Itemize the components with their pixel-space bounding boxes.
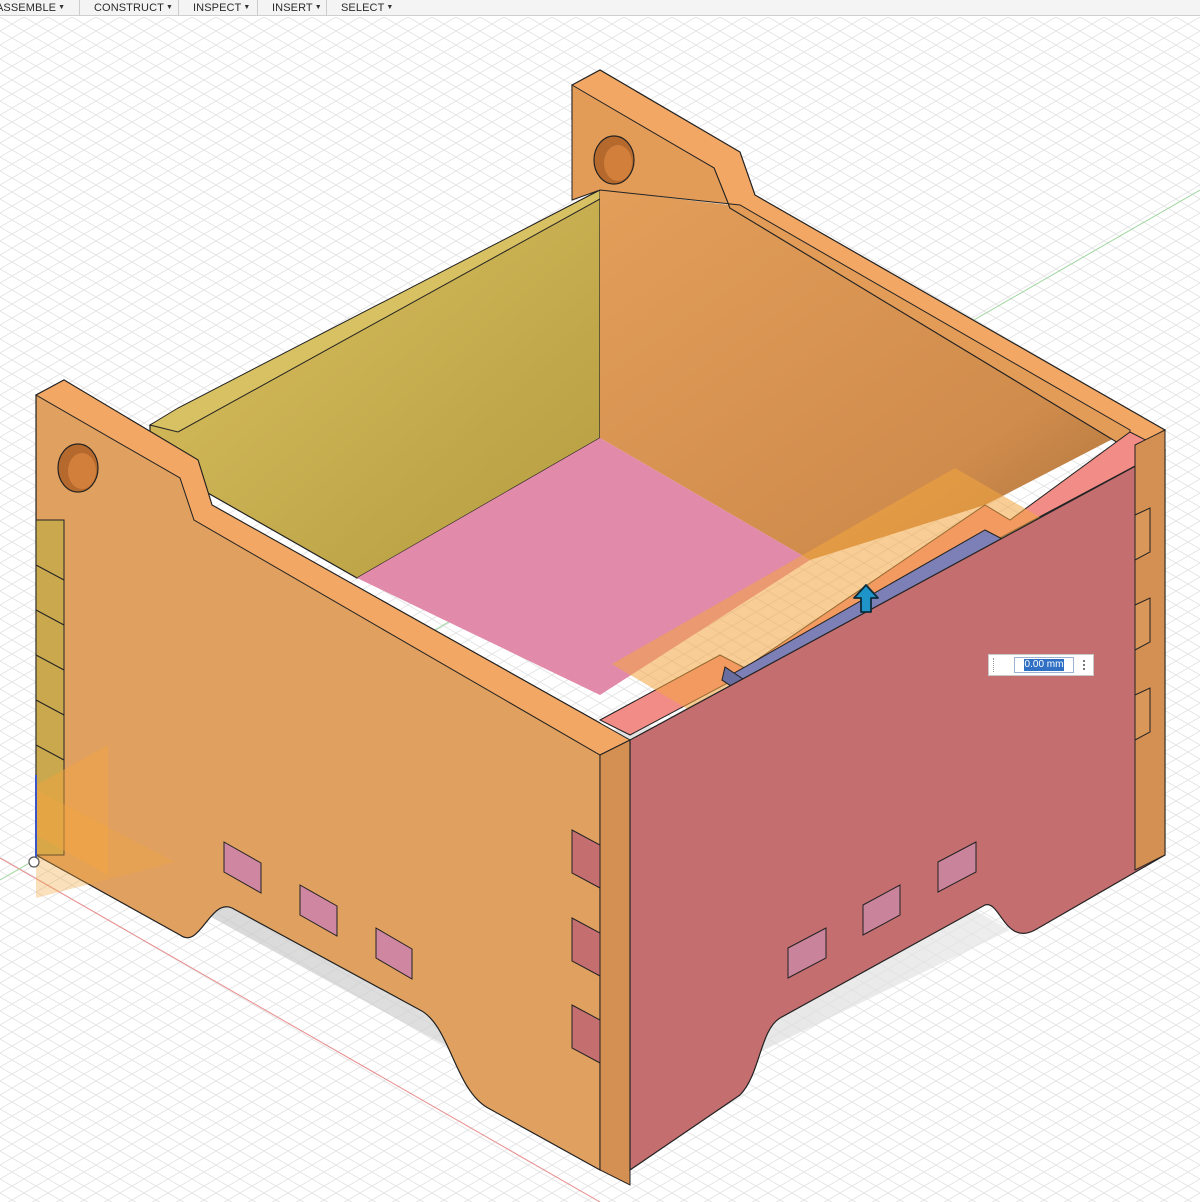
drag-grip-icon[interactable] — [993, 658, 1000, 672]
menu-construct[interactable]: CONSTRUCT ▼ — [80, 0, 179, 16]
back-hole-inner — [604, 145, 632, 181]
menu-select-label: SELECT — [341, 1, 385, 14]
dimension-input-box: 0.00 mm — [988, 654, 1094, 676]
menu-insert-label: INSERT — [272, 1, 313, 14]
3d-viewport[interactable] — [0, 17, 1200, 1202]
menu-assemble-label: ASSEMBLE — [0, 1, 57, 14]
right-edge-finger-joints — [1134, 507, 1151, 741]
caret-down-icon: ▼ — [58, 4, 66, 11]
right-panel-side — [1134, 429, 1166, 871]
menu-inspect-label: INSPECT — [193, 1, 242, 14]
caret-down-icon: ▼ — [243, 4, 251, 11]
origin-icon[interactable] — [28, 856, 40, 868]
vertical-dots-icon[interactable] — [1083, 660, 1085, 670]
caret-down-icon: ▼ — [165, 4, 173, 11]
corner-finger-joints — [571, 829, 601, 1064]
menu-assemble[interactable]: ASSEMBLE ▼ — [0, 0, 80, 16]
toolbar: ASSEMBLE ▼ CONSTRUCT ▼ INSPECT ▼ INSERT ▼ SE… — [0, 0, 1200, 16]
front-panel-side-edge — [599, 739, 631, 1186]
menu-insert[interactable]: INSERT ▼ — [258, 0, 327, 16]
menu-select[interactable]: SELECT ▼ — [327, 0, 399, 16]
front-hole-inner — [68, 453, 96, 489]
menu-construct-label: CONSTRUCT — [94, 1, 164, 14]
offset-distance-value: 0.00 mm — [1023, 659, 1065, 671]
offset-distance-input[interactable]: 0.00 mm — [1014, 657, 1074, 673]
caret-down-icon: ▼ — [314, 4, 322, 11]
menu-inspect[interactable]: INSPECT ▼ — [179, 0, 258, 16]
caret-down-icon: ▼ — [386, 4, 394, 11]
